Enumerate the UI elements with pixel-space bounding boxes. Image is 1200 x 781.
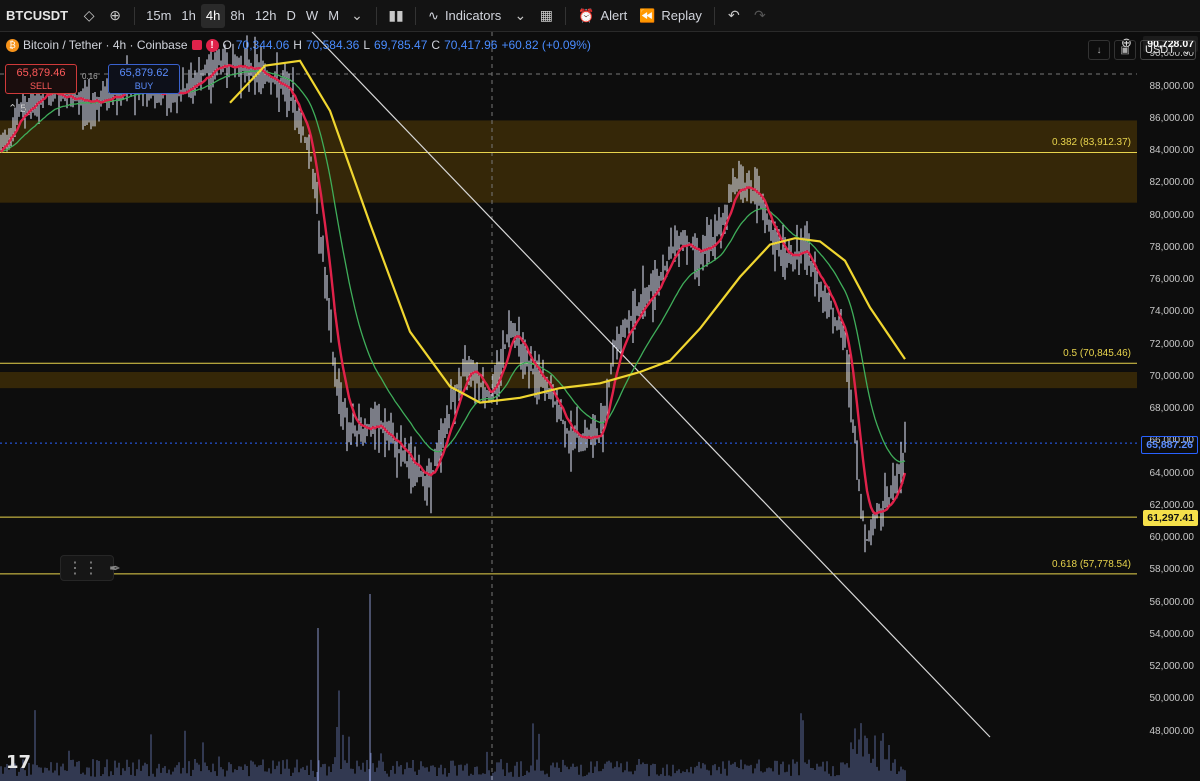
interval-4h[interactable]: 4h xyxy=(200,3,226,28)
price-tick: 60,000.00 xyxy=(1149,532,1195,544)
high-label: H xyxy=(293,38,302,52)
symbol-legend: ₿ Bitcoin / Tether · 4h · Coinbase ! O 70… xyxy=(6,38,591,52)
price-tick: 58,000.00 xyxy=(1149,564,1195,576)
last-price-tag: 65,887.26 xyxy=(1141,436,1198,455)
tradingview-logo: 17 xyxy=(6,752,32,773)
price-tick: 50,000.00 xyxy=(1149,693,1195,705)
close-value: 70,417.96 xyxy=(444,38,498,52)
indicators-button[interactable]: ∿ Indicators xyxy=(422,3,507,29)
sell-price: 65,879.46 xyxy=(16,67,66,79)
divider xyxy=(565,6,567,25)
interval-m[interactable]: M xyxy=(323,4,344,28)
price-tick: 54,000.00 xyxy=(1149,628,1195,640)
replay-label: Replay xyxy=(661,8,702,23)
bitcoin-icon: ₿ xyxy=(6,38,19,52)
price-tick: 72,000.00 xyxy=(1149,338,1195,350)
supply-zone xyxy=(0,120,1137,203)
fib-level-label: 0.382 (83,912.37) xyxy=(1052,137,1131,149)
floating-drawing-toolbar[interactable]: ⋮⋮ ✒ xyxy=(60,555,121,581)
replay-button[interactable]: ⏪ Replay xyxy=(633,3,708,29)
sell-button[interactable]: 65,879.46 SELL xyxy=(5,64,77,94)
high-value: 70,584.36 xyxy=(305,38,360,52)
star-icon[interactable]: ◇ xyxy=(76,3,102,29)
chevron-up-icon: ⌃ xyxy=(8,103,18,115)
line-price-tag: 61,297.41 xyxy=(1143,510,1198,527)
brush-icon[interactable]: ✒ xyxy=(109,560,121,577)
price-tick: 78,000.00 xyxy=(1149,241,1195,253)
interval-15m[interactable]: 15m xyxy=(141,4,176,28)
interval-1h[interactable]: 1h xyxy=(176,4,200,28)
currency-select[interactable]: USDT ⌄ xyxy=(1140,40,1196,60)
chevron-down-icon[interactable]: ⌄ xyxy=(344,3,370,29)
redo-icon: ↷ xyxy=(754,7,766,23)
divider xyxy=(415,6,417,25)
price-tick: 68,000.00 xyxy=(1149,403,1195,415)
pane-controls: ↓ ▣ xyxy=(1088,40,1136,60)
alarm-clock-icon: ⏰ xyxy=(578,7,595,23)
price-tick: 64,000.00 xyxy=(1149,467,1195,479)
symbol-search[interactable]: BTCUSDT xyxy=(0,0,76,31)
price-tick: 84,000.00 xyxy=(1149,145,1195,157)
price-axis[interactable]: 90,000.00 88,000.00 86,000.00 84,000.00 82,0… xyxy=(1121,32,1200,781)
maximize-icon[interactable]: ▣ xyxy=(1114,40,1136,60)
layout-grid-icon[interactable]: ▦ xyxy=(533,3,559,29)
price-chart xyxy=(0,32,1137,781)
chevron-down-icon[interactable]: ⌄ xyxy=(507,3,533,29)
compare-add-icon[interactable]: ⊕ xyxy=(102,3,128,29)
spread-value: 0.16 xyxy=(82,72,98,81)
sell-label: SELL xyxy=(29,81,53,91)
fib-level-label: 0.618 (57,778.54) xyxy=(1052,558,1131,570)
rewind-icon: ⏪ xyxy=(639,7,656,23)
divider xyxy=(134,6,136,25)
low-value: 69,785.47 xyxy=(374,38,428,52)
symbol-label: BTCUSDT xyxy=(6,8,69,23)
low-label: L xyxy=(363,38,371,52)
alert-label: Alert xyxy=(600,8,628,23)
price-tick: 82,000.00 xyxy=(1149,177,1195,189)
buy-button[interactable]: 65,879.62 BUY xyxy=(108,64,180,94)
price-tick: 52,000.00 xyxy=(1149,661,1195,673)
indicator-count: 5 xyxy=(20,103,27,115)
currency-label: USDT xyxy=(1145,44,1175,56)
price-tick: 76,000.00 xyxy=(1149,274,1195,286)
price-tick: 56,000.00 xyxy=(1149,596,1195,608)
price-tick: 80,000.00 xyxy=(1149,209,1195,221)
drag-handle-icon[interactable]: ⋮⋮ xyxy=(67,558,99,578)
price-tick: 70,000.00 xyxy=(1149,370,1195,382)
open-label: O xyxy=(222,38,232,52)
price-tick: 88,000.00 xyxy=(1149,80,1195,92)
price-tick: 48,000.00 xyxy=(1149,725,1195,737)
interval-8h[interactable]: 8h xyxy=(225,4,249,28)
undo-icon[interactable]: ↶ xyxy=(721,3,747,29)
chart-pane[interactable] xyxy=(0,32,1137,781)
market-closed-icon xyxy=(191,40,202,50)
buy-label: BUY xyxy=(134,81,154,91)
legend-title: Bitcoin / Tether · 4h · Coinbase xyxy=(23,38,188,52)
fib-level-label: 0.5 (70,845.46) xyxy=(1063,348,1131,360)
interval-12h[interactable]: 12h xyxy=(250,4,282,28)
change-value: +60.82 (+0.09%) xyxy=(501,38,591,52)
interval-w[interactable]: W xyxy=(301,4,323,28)
divider xyxy=(713,6,715,25)
indicators-collapse-toggle[interactable]: ⌃ 5 xyxy=(8,102,26,115)
indicators-icon: ∿ xyxy=(428,7,439,23)
alert-button[interactable]: ⏰ Alert xyxy=(572,3,633,29)
arrow-down-icon[interactable]: ↓ xyxy=(1088,40,1110,60)
indicators-label: Indicators xyxy=(444,8,502,23)
candles-style-icon[interactable]: ▮▮ xyxy=(383,3,409,29)
demand-zone xyxy=(0,371,1137,389)
close-label: C xyxy=(431,38,441,52)
buy-price: 65,879.62 xyxy=(119,67,169,79)
open-value: 70,344.06 xyxy=(235,38,290,52)
warning-icon: ! xyxy=(205,38,219,52)
interval-d[interactable]: D xyxy=(282,4,301,28)
divider xyxy=(376,6,378,25)
ema-slow-line xyxy=(229,59,906,404)
price-tick: 74,000.00 xyxy=(1149,306,1195,318)
chevron-down-icon: ⌄ xyxy=(1181,44,1191,57)
top-toolbar: BTCUSDT ◇ ⊕ 15m 1h 4h 8h 12h D W M ⌄ ▮▮ … xyxy=(0,0,1200,32)
price-tick: 86,000.00 xyxy=(1149,112,1195,124)
